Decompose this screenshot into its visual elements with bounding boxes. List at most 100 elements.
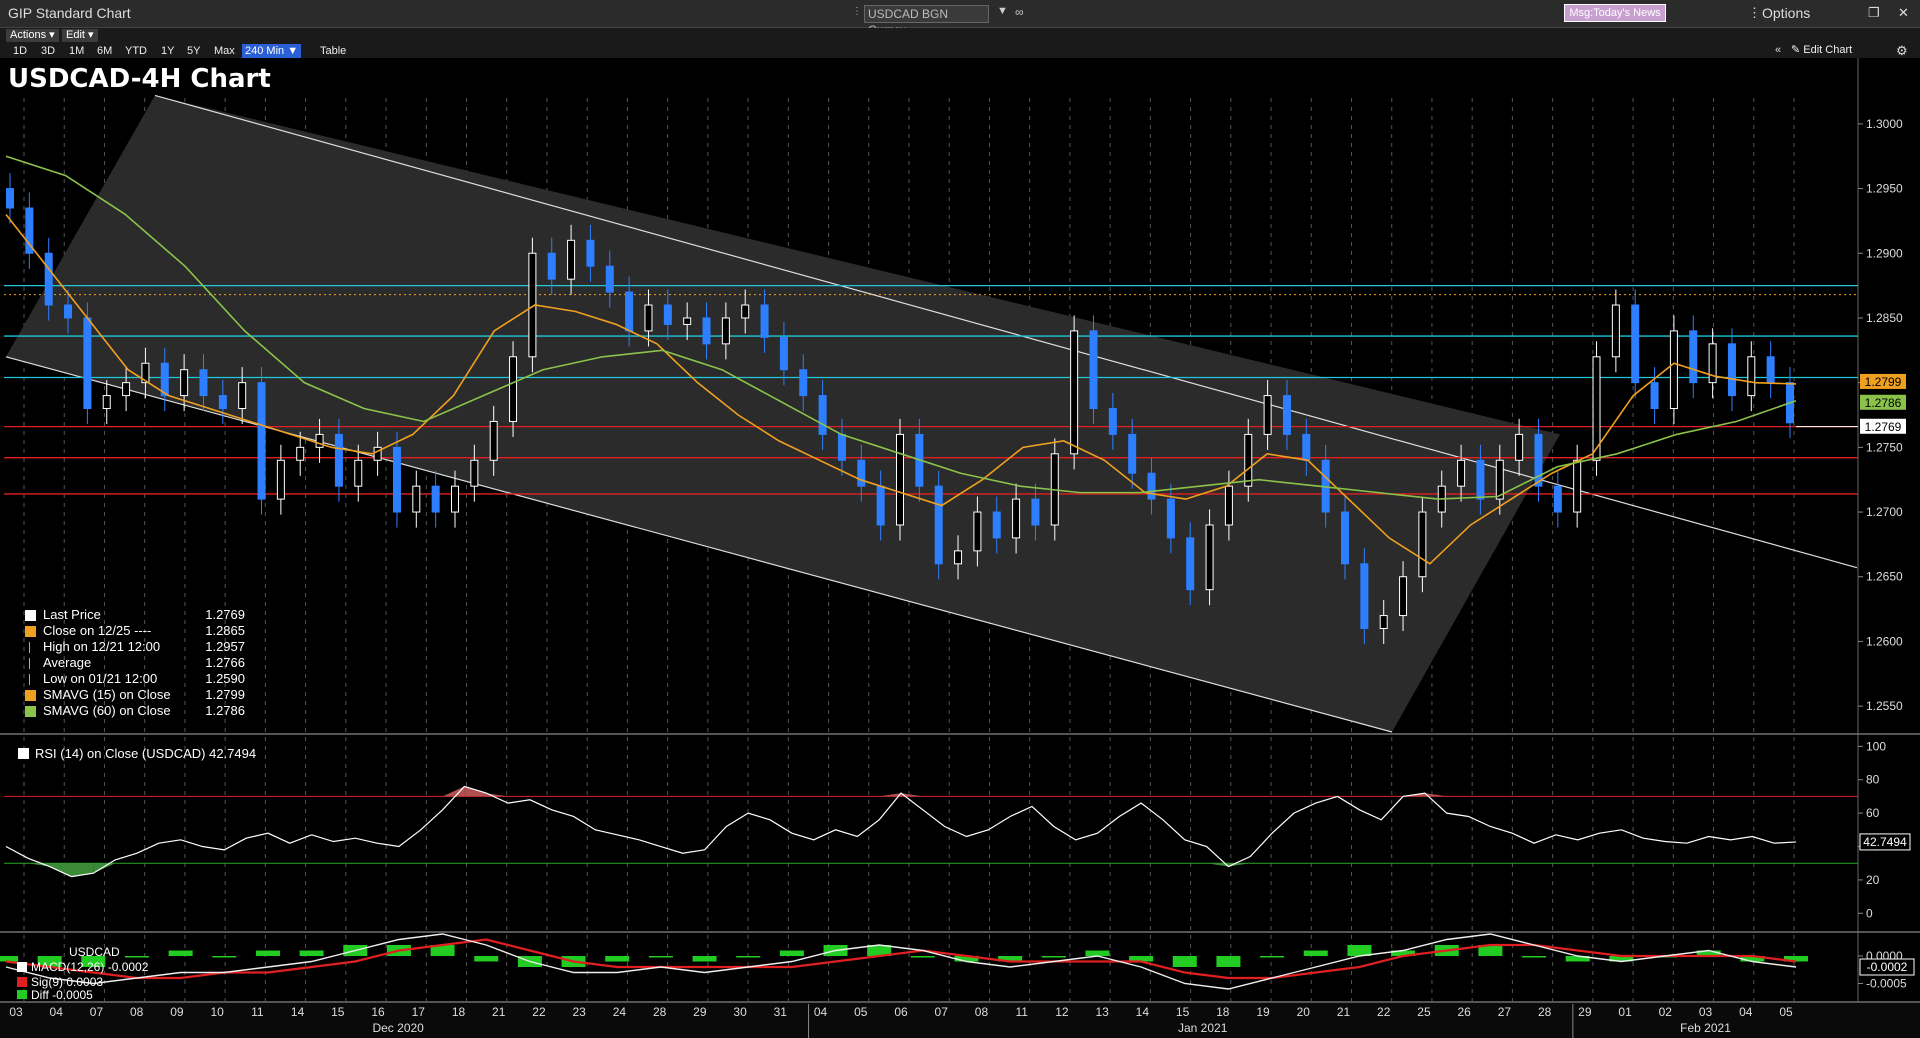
candle-body: [238, 382, 247, 410]
x-tick-label: 21: [492, 1005, 506, 1019]
x-tick-label: 23: [573, 1005, 587, 1019]
candle-body: [818, 395, 827, 435]
macd-y-tick-label: -0.0005: [1866, 977, 1907, 991]
price-tag-label: 1.2786: [1865, 396, 1902, 410]
legend-value: 1.2957: [205, 639, 245, 654]
macd-diff-bar: [255, 950, 280, 956]
macd-legend-value: -0.0002: [107, 960, 149, 974]
x-tick-label: 21: [1337, 1005, 1351, 1019]
rsi-y-tick-label: 100: [1866, 739, 1886, 753]
price-legend: Last Price 1.2769 Close on 12/25 ---- 1.286…: [17, 607, 245, 719]
legend-value: 1.2769: [205, 607, 245, 622]
candle-body: [1573, 459, 1582, 513]
candle-body: [64, 304, 73, 319]
candle-body: [1224, 485, 1233, 526]
candle-body: [180, 369, 189, 397]
y-tick-label: 1.2950: [1866, 182, 1903, 196]
x-tick-label: 14: [1136, 1005, 1150, 1019]
sig-legend-name: Sig(9): [31, 975, 64, 989]
legend-swatch: [25, 690, 36, 701]
x-tick-label: 28: [653, 1005, 667, 1019]
x-tick-label: 18: [452, 1005, 466, 1019]
candle-body: [663, 304, 672, 325]
legend-row: SMAVG (60) on Close 1.2786: [17, 703, 245, 719]
x-tick-label: 31: [774, 1005, 788, 1019]
macd-diff-bar: [168, 950, 193, 956]
rsi-y-tick-label: 20: [1866, 873, 1880, 887]
legend-swatch: [25, 706, 36, 717]
candle-body: [199, 369, 208, 397]
candle-body: [1457, 459, 1466, 487]
month-label: Dec 2020: [372, 1021, 424, 1035]
x-tick-label: 02: [1659, 1005, 1673, 1019]
rsi-swatch: [18, 748, 29, 759]
sig-legend-row: Sig(9) 0.0003: [17, 975, 148, 990]
x-axis-band: [0, 1003, 1920, 1038]
candle-body: [721, 317, 730, 345]
diff-legend-value: -0.0005: [52, 990, 93, 999]
legend-value: 1.2865: [205, 623, 245, 638]
legend-row: Last Price 1.2769: [17, 607, 245, 623]
x-tick-label: 29: [1578, 1005, 1592, 1019]
candle-body: [973, 511, 982, 552]
candle-body: [586, 239, 595, 267]
candle-body: [315, 433, 324, 448]
candle-body: [354, 459, 363, 487]
x-tick-label: 10: [210, 1005, 224, 1019]
candle-body: [1089, 330, 1098, 410]
candle-body: [257, 382, 266, 500]
candle-body: [1727, 343, 1736, 397]
candle-body: [1534, 433, 1543, 487]
candle-body: [1282, 395, 1291, 435]
x-tick-label: 29: [693, 1005, 707, 1019]
macd-diff-bar: [1085, 950, 1110, 956]
sig-swatch: [17, 977, 27, 987]
macd-diff-bar: [1172, 956, 1197, 967]
macd-diff-bar: [1216, 956, 1241, 967]
candle-body: [1360, 563, 1369, 629]
candle-body: [1186, 537, 1195, 591]
chart-canvas[interactable]: 03 04 07 08 09 10 11 14 15 16 17 18 21 22 23 24 28 29 30 31…: [0, 0, 1920, 1038]
macd-diff-bar: [736, 956, 761, 958]
rsi-legend-label: RSI (14) on Close (USDCAD) 42.7494: [35, 746, 257, 761]
x-tick-label: 08: [130, 1005, 144, 1019]
candle-body: [1515, 433, 1524, 461]
legend-value: 1.2590: [205, 671, 245, 686]
x-tick-label: 19: [1256, 1005, 1270, 1019]
x-tick-label: 26: [1458, 1005, 1472, 1019]
candle-body: [334, 433, 343, 487]
legend-swatch: [29, 658, 34, 669]
x-tick-label: 05: [854, 1005, 868, 1019]
x-tick-label: 09: [170, 1005, 184, 1019]
macd-diff-bar: [910, 956, 935, 958]
macd-diff-bar: [779, 950, 804, 956]
candle-body: [876, 485, 885, 526]
legend-label: SMAVG (15) on Close: [43, 687, 171, 702]
x-tick-label: 30: [733, 1005, 747, 1019]
macd-legend-name: MACD(12,26): [31, 960, 105, 974]
macd-diff-bar: [0, 956, 18, 962]
x-tick-label: 06: [894, 1005, 908, 1019]
x-tick-label: 13: [1095, 1005, 1109, 1019]
candle-body: [1379, 615, 1388, 629]
y-tick-label: 1.2900: [1866, 246, 1903, 260]
y-tick-label: 1.2700: [1866, 505, 1903, 519]
candle-body: [6, 188, 14, 209]
candle-body: [1476, 459, 1485, 500]
x-tick-label: 11: [251, 1005, 264, 1019]
legend-row: Close on 12/25 ---- 1.2865: [17, 623, 245, 639]
candle-body: [1611, 304, 1620, 358]
macd-legend-row: MACD(12,26) -0.0002: [17, 960, 148, 975]
candle-body: [1031, 498, 1040, 526]
candle-body: [1689, 330, 1698, 384]
macd-swatch: [17, 962, 27, 972]
candle-body: [779, 336, 788, 371]
x-tick-label: 05: [1779, 1005, 1793, 1019]
candle-body: [1631, 304, 1640, 384]
rsi-value-label: 42.7494: [1863, 835, 1907, 849]
x-tick-label: 08: [975, 1005, 989, 1019]
x-tick-label: 17: [412, 1005, 426, 1019]
macd-diff-bar: [212, 956, 237, 958]
candle-body: [837, 433, 846, 461]
macd-diff-bar: [1260, 956, 1285, 958]
